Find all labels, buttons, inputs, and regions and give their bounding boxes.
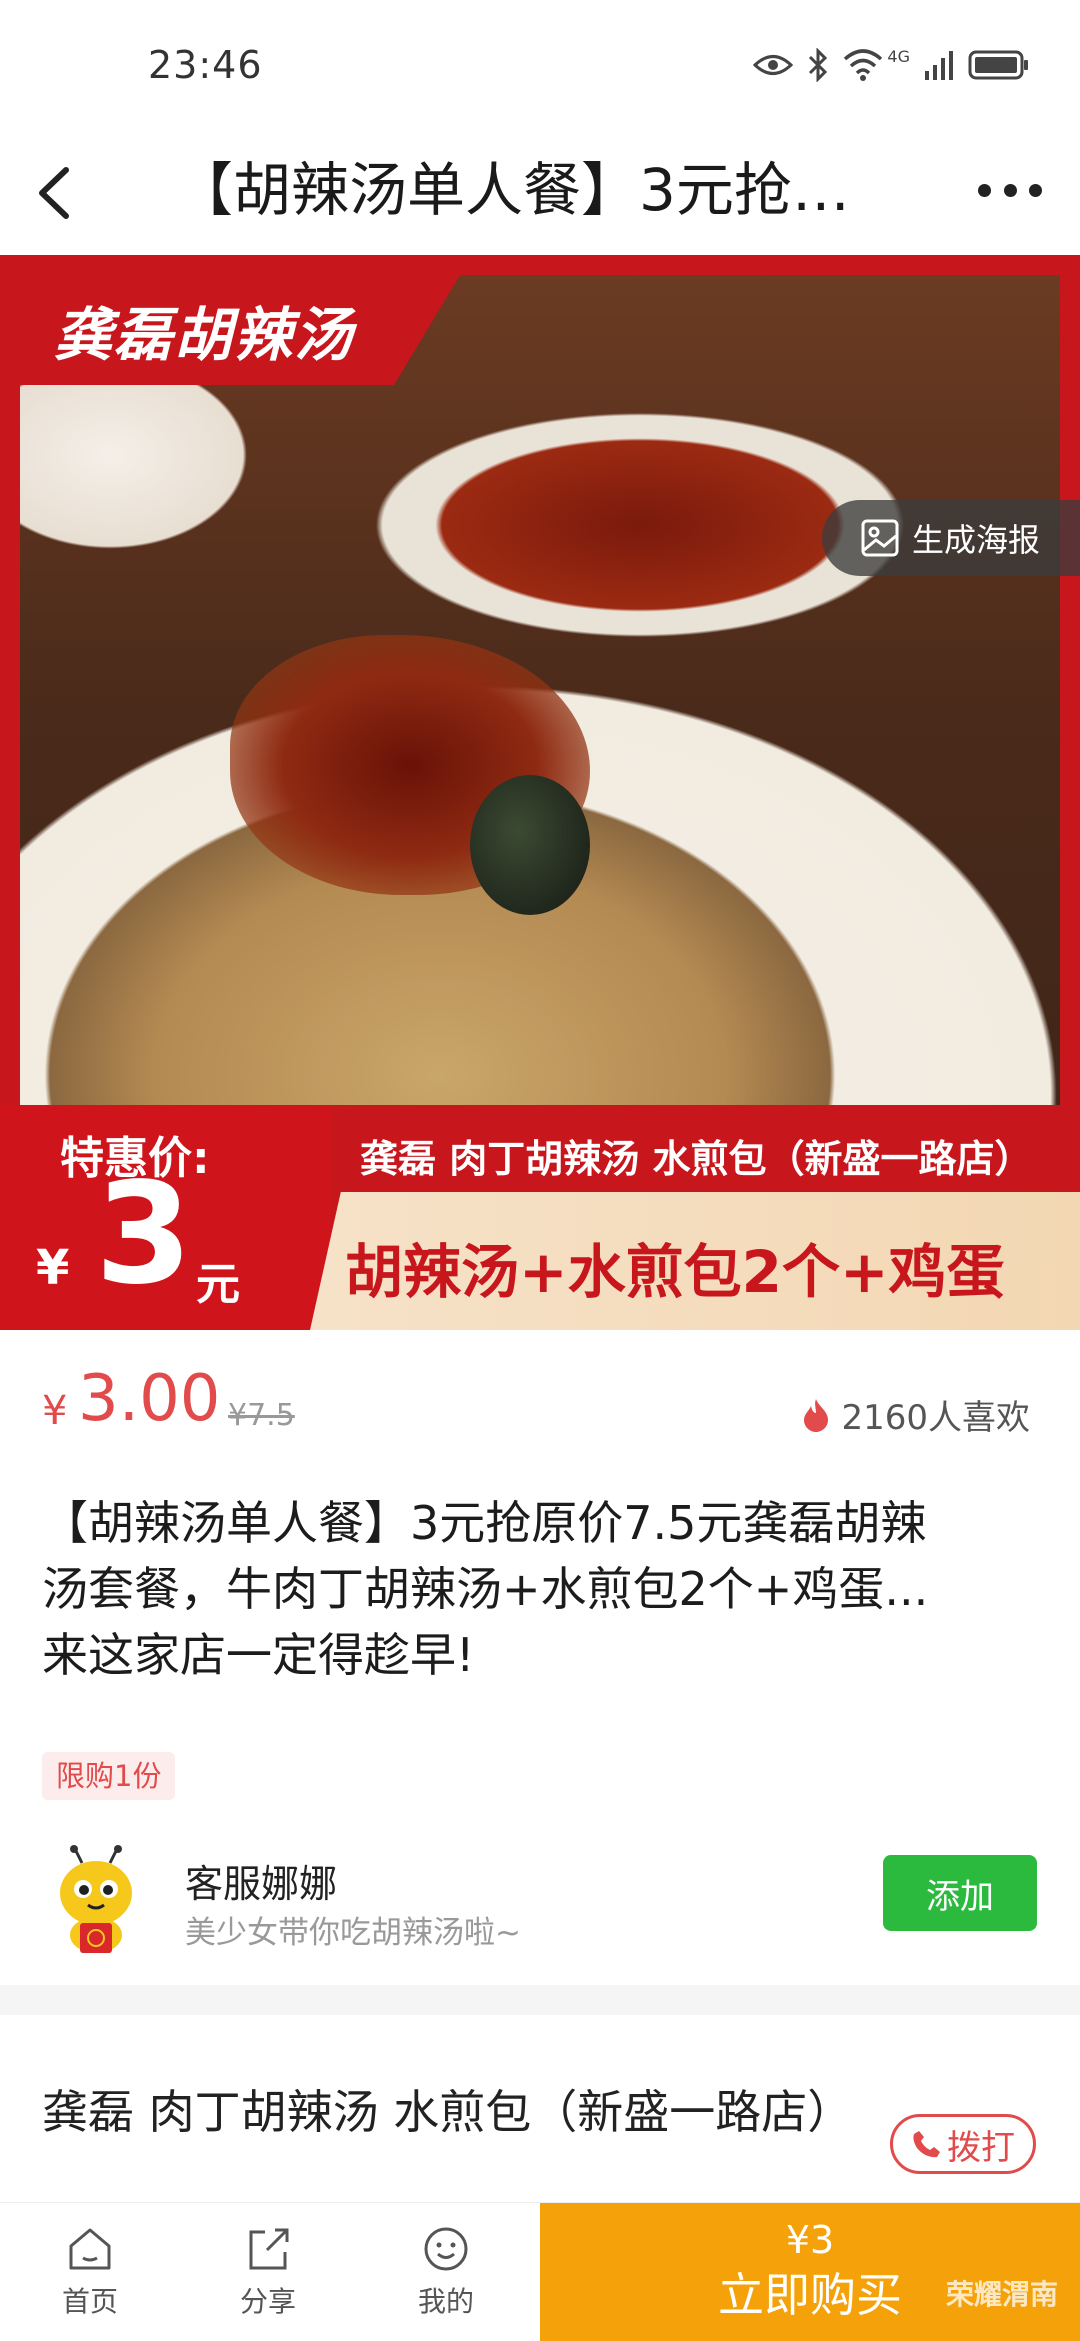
hero-combo: 胡辣汤+水煎包2个+鸡蛋 [345,1238,1005,1306]
bluetooth-icon [809,48,828,82]
poster-button-label: 生成海报 [912,521,1041,559]
hero-price-value: 3 [95,1153,193,1316]
customer-service-row: 客服娜娜 美少女带你吃胡辣汤啦~ 添加 [0,1835,1080,1985]
likes-count: 2160人喜欢 [801,1390,1030,1439]
profile-icon [424,2227,468,2271]
nav-item-share[interactable]: 分享 [198,2203,338,2341]
description-line: 汤套餐，牛肉丁胡辣汤+水煎包2个+鸡蛋... [42,1562,929,1616]
page-title: 【胡辣汤单人餐】3元抢… [175,156,850,224]
likes-label: 2160人喜欢 [841,1398,1030,1438]
generate-poster-button[interactable]: 生成海报 [822,500,1080,576]
home-icon [69,2228,111,2270]
description-line: 来这家店一定得趁早! [42,1628,475,1682]
battery-icon [968,50,1028,80]
status-icons: 4G [753,46,1030,82]
nav-item-label: 首页 [61,2285,118,2318]
original-price: ¥7.5 [228,1398,295,1433]
call-button[interactable]: 拨打 [890,2114,1036,2174]
image-icon [861,519,899,557]
title-bar: 【胡辣汤单人餐】3元抢… [0,130,1080,255]
hero-price-unit: 元 [196,1259,240,1310]
more-dots-icon [978,183,991,197]
hero-price-yen: ¥ [36,1240,70,1296]
watermark: 荣耀渭南 [945,2278,1058,2311]
section-divider [0,1985,1080,2015]
bottom-nav: 首页 分享 我的 ¥3 立即购买 荣耀渭南 [0,2202,1080,2341]
chevron-left-icon [39,167,69,219]
price-currency: ¥ [42,1388,68,1434]
phone-icon [913,2131,940,2158]
purchase-limit-tag: 限购1份 [42,1752,176,1800]
hero-shop-name: 龚磊 肉丁胡辣汤 水煎包（新盛一路店） [360,1137,1033,1181]
status-time: 23:46 [148,43,263,87]
more-button[interactable] [970,160,1050,220]
nav-item-profile[interactable]: 我的 [376,2203,516,2341]
call-button-label: 拨打 [947,2127,1015,2168]
add-contact-button[interactable]: 添加 [883,1855,1037,1931]
buy-label: 立即购买 [718,2268,902,2322]
back-button[interactable] [26,158,86,228]
nav-item-label: 分享 [239,2285,296,2318]
shop-name: 龚磊 肉丁胡辣汤 水煎包（新盛一路店） [42,2085,854,2139]
status-bar: 23:46 4G [0,0,1080,130]
bee-mascot-icon [60,1845,132,1953]
flame-icon [804,1398,829,1432]
price-row: ¥ 3.00 ¥7.5 2160人喜欢 [0,1330,1080,1490]
cs-subtitle: 美少女带你吃胡辣汤啦~ [185,1915,521,1951]
hero-brand: 龚磊胡辣汤 [20,275,460,385]
wifi-icon [844,49,883,81]
avatar [52,1845,140,1955]
buy-price: ¥3 [785,2218,835,2262]
cs-name: 客服娜娜 [185,1862,338,1906]
current-price: 3.00 [78,1362,221,1436]
product-description: 【胡辣汤单人餐】3元抢原价7.5元龚磊胡辣 汤套餐，牛肉丁胡辣汤+水煎包2个+鸡… [42,1490,1042,1688]
signal-icon [925,51,953,80]
network-type: 4G [887,46,910,66]
eye-icon [753,55,794,75]
description-line: 【胡辣汤单人餐】3元抢原价7.5元龚磊胡辣 [42,1496,927,1550]
nav-item-label: 我的 [417,2285,474,2318]
share-icon [249,2228,289,2270]
buy-now-button[interactable]: ¥3 立即购买 荣耀渭南 [540,2203,1080,2341]
nav-item-home[interactable]: 首页 [20,2203,160,2341]
